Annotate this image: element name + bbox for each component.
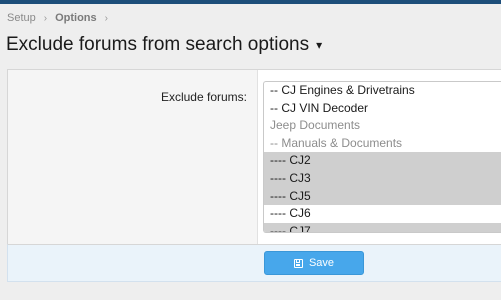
chevron-right-icon: › (104, 12, 108, 24)
save-icon (293, 258, 303, 268)
caret-down-icon[interactable]: ▾ (316, 38, 322, 52)
select-option[interactable]: ---- CJ3 (264, 169, 501, 188)
select-option[interactable]: ---- CJ7 (264, 222, 501, 232)
save-button[interactable]: Save (264, 251, 364, 275)
label-column: Exclude forums: (8, 70, 258, 245)
breadcrumb: Setup › Options › (7, 12, 116, 24)
page-title[interactable]: Exclude forums from search options ▾ (6, 34, 322, 56)
select-option[interactable]: Jeep Documents (264, 117, 501, 135)
breadcrumb-options[interactable]: Options (55, 12, 97, 24)
save-button-label: Save (308, 257, 335, 269)
select-option[interactable]: ---- CJ2 (264, 152, 501, 170)
exclude-forums-select[interactable]: -- CJ Engines & Drivetrains -- CJ VIN Dec… (263, 81, 501, 233)
breadcrumb-setup[interactable]: Setup (7, 12, 36, 24)
exclude-forums-label: Exclude forums: (160, 90, 247, 104)
select-option[interactable]: ---- CJ6 (264, 205, 501, 223)
form-footer (7, 244, 501, 282)
select-option[interactable]: -- CJ VIN Decoder (264, 100, 501, 118)
select-option[interactable]: -- Manuals & Documents (264, 135, 501, 153)
top-bar (0, 0, 501, 4)
select-option[interactable]: ---- CJ5 (264, 187, 501, 206)
chevron-right-icon: › (43, 12, 48, 24)
page-title-text: Exclude forums from search options (6, 34, 310, 55)
select-option[interactable]: -- CJ Engines & Drivetrains (264, 82, 501, 100)
